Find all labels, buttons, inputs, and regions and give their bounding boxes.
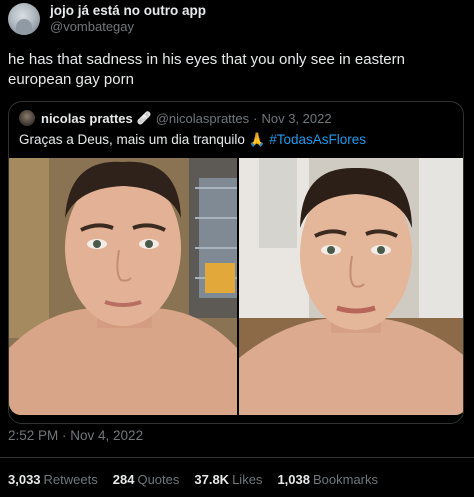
author-handle[interactable]: @vombategay (50, 19, 206, 35)
tweet-text: he has that sadness in his eyes that you… (8, 51, 405, 88)
selfie-photo-right (239, 158, 463, 415)
quote-author-name: nicolas prattes (41, 110, 133, 126)
selfie-photo-left (9, 158, 237, 415)
quote-author-handle: @nicolasprattes (155, 110, 250, 126)
quote-text: Graças a Deus, mais um dia tranquilo (19, 132, 245, 147)
stat-retweets[interactable]: 3,033 Retweets (8, 472, 98, 487)
quote-photo-left[interactable] (9, 158, 237, 415)
stat-likes[interactable]: 37.8K Likes (194, 472, 262, 487)
quote-date: Nov 3, 2022 (261, 110, 332, 126)
stat-quotes[interactable]: 284 Quotes (113, 472, 180, 487)
stats-divider (0, 457, 474, 458)
quote-text-line: Graças a Deus, mais um dia tranquilo 🙏 #… (19, 132, 366, 148)
bandage-emoji-icon: 🩹 (136, 111, 152, 125)
quote-hashtag[interactable]: #TodasAsFlores (269, 132, 366, 147)
quote-author-avatar (19, 110, 35, 126)
engagement-stats: 3,033 Retweets 284 Quotes 37.8K Likes 1,038… (8, 472, 378, 487)
stat-bookmarks[interactable]: 1,038 Bookmarks (277, 472, 378, 487)
author-avatar[interactable] (8, 3, 40, 35)
praying-hands-emoji-icon: 🙏 (248, 132, 266, 147)
quote-separator: · (253, 110, 258, 126)
tweet-timestamp[interactable]: 2:52 PM · Nov 4, 2022 (8, 428, 143, 443)
author-display-name[interactable]: jojo já está no outro app (50, 3, 206, 19)
quoted-tweet[interactable]: nicolas prattes 🩹 @nicolasprattes · Nov … (8, 101, 464, 424)
quote-header: nicolas prattes 🩹 @nicolasprattes · Nov … (19, 110, 332, 126)
author-names: jojo já está no outro app @vombategay (50, 3, 206, 35)
quote-photo-right[interactable] (239, 158, 463, 415)
tweet-header: jojo já está no outro app @vombategay (8, 3, 206, 35)
